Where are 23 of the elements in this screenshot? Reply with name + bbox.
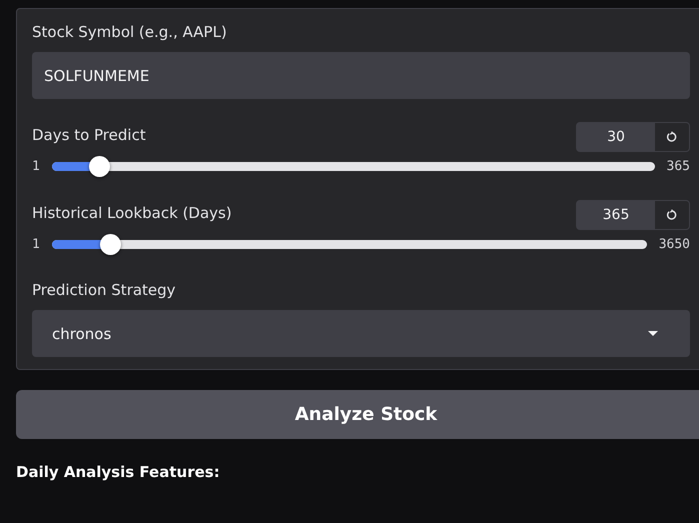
slider-min: 1	[32, 159, 40, 174]
slider-track[interactable]	[52, 234, 647, 255]
number-value: 365	[602, 206, 630, 225]
number-field[interactable]: 365	[576, 200, 690, 230]
field-label: Stock Symbol (e.g., AAPL)	[32, 23, 228, 41]
slider-min: 1	[32, 237, 40, 252]
section-heading: Daily Analysis Features:	[16, 463, 221, 481]
number-field[interactable]: 30	[576, 122, 690, 152]
slider-track[interactable]	[52, 156, 655, 177]
slider-max: 365	[666, 159, 690, 174]
analyze-button[interactable]: Analyze Stock	[16, 390, 699, 439]
strategy-dropdown[interactable]: chronos	[32, 310, 690, 357]
slider-max: 3650	[658, 237, 690, 252]
slider-label: Days to Predict	[32, 126, 146, 144]
symbol-input[interactable]: SOLFUNMEME	[32, 52, 690, 99]
reset-icon[interactable]	[655, 123, 689, 151]
slider-thumb[interactable]	[100, 234, 122, 255]
reset-icon[interactable]	[655, 201, 689, 229]
slider-thumb[interactable]	[89, 156, 110, 177]
dropdown-caret-icon	[648, 330, 658, 336]
field-label: Prediction Strategy	[32, 281, 177, 299]
number-value: 30	[606, 128, 626, 147]
slider-label: Historical Lookback (Days)	[32, 204, 232, 222]
